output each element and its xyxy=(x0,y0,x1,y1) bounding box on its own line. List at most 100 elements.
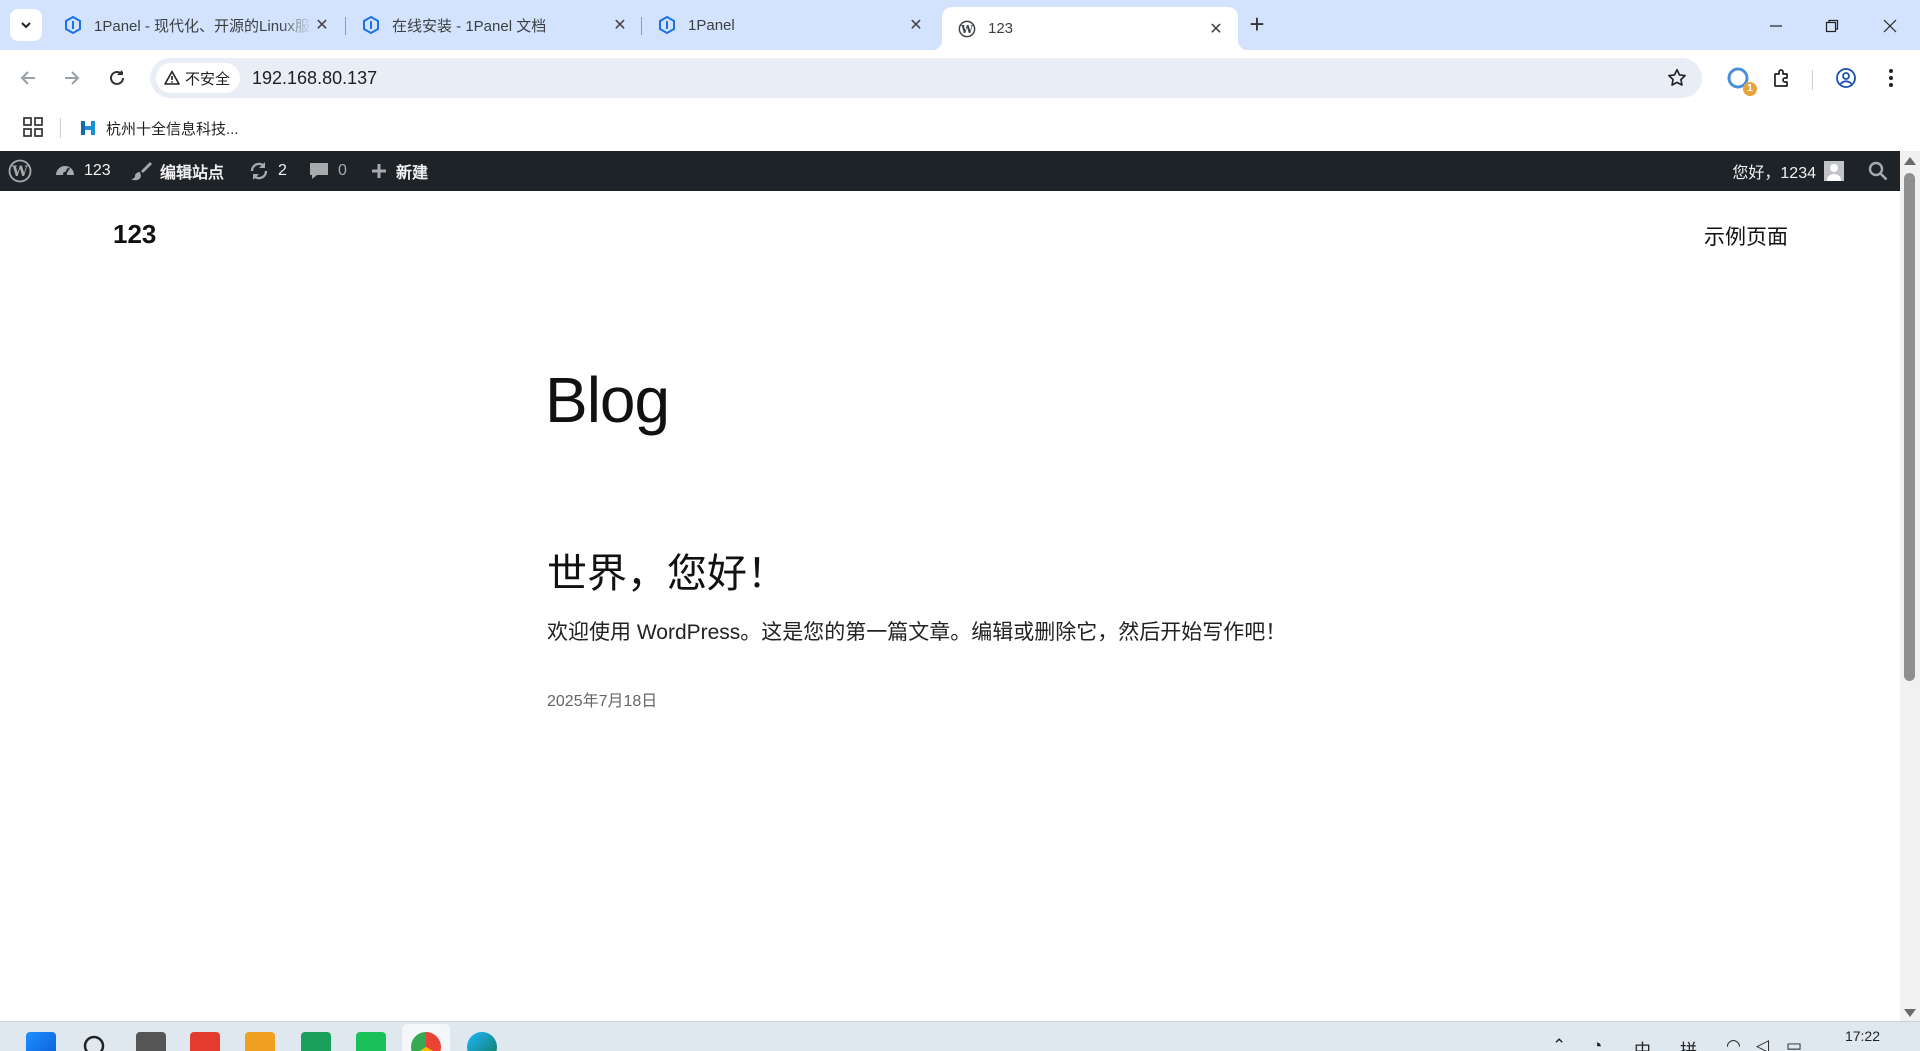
post-title[interactable]: 世界，您好！ xyxy=(547,541,787,599)
wp-new-content[interactable]: 新建 xyxy=(370,151,428,191)
wp-search[interactable] xyxy=(1868,151,1896,191)
close-tab-icon[interactable]: ✕ xyxy=(312,15,332,35)
wp-customize[interactable]: 编辑站点 xyxy=(130,151,224,191)
bookmark-item[interactable]: 杭州十全信息科技... xyxy=(78,115,239,141)
scroll-up-arrow-icon[interactable] xyxy=(1904,157,1916,165)
windows-start-icon[interactable] xyxy=(26,1032,56,1051)
close-tab-icon[interactable]: ✕ xyxy=(610,15,630,35)
tab-wordpress-123[interactable]: W 123 ✕ xyxy=(932,7,1248,50)
wp-comments-count: 0 xyxy=(338,162,347,179)
svg-text:W: W xyxy=(11,164,28,180)
wechat-icon[interactable] xyxy=(356,1032,386,1051)
bookmark-label: 杭州十全信息科技... xyxy=(106,120,239,138)
wp-my-account[interactable]: 您好，1234 xyxy=(1732,151,1844,191)
clock-time[interactable]: 17:22 xyxy=(1845,1028,1880,1044)
reload-button[interactable] xyxy=(103,64,131,92)
url-text[interactable]: 192.168.80.137 xyxy=(252,68,377,89)
security-chip[interactable]: 不安全 xyxy=(156,63,241,93)
close-window-button[interactable] xyxy=(1876,12,1904,40)
page-scrollbar[interactable] xyxy=(1900,151,1920,1021)
dashboard-gauge-icon xyxy=(56,166,74,176)
tab-title: 123 xyxy=(988,20,1014,37)
volume-icon[interactable]: ◁ xyxy=(1756,1036,1769,1051)
battery-icon[interactable]: ▭ xyxy=(1786,1036,1802,1051)
tab-1panel[interactable]: 1Panel ✕ xyxy=(642,7,938,43)
restore-icon xyxy=(1825,19,1839,33)
folder-icon[interactable] xyxy=(245,1032,275,1051)
kebab-menu-icon xyxy=(1889,69,1893,87)
wp-new-label: 新建 xyxy=(396,165,429,182)
1panel-icon xyxy=(659,16,675,34)
tray-ime-mode[interactable]: 中 xyxy=(1634,1036,1651,1051)
wp-admin-bar: W 123 编辑站点 2 0 新建 您好，1234 xyxy=(0,151,1900,191)
security-label: 不安全 xyxy=(185,70,231,88)
scrollbar-thumb[interactable] xyxy=(1904,173,1915,681)
page-content: 123 示例页面 Blog 世界，您好！ 欢迎使用 WordPress。这是您的… xyxy=(0,191,1900,1021)
1panel-icon xyxy=(363,16,379,34)
bookmark-star-icon[interactable] xyxy=(1666,67,1688,89)
wp-updates-count: 2 xyxy=(278,162,287,179)
site-title[interactable]: 123 xyxy=(113,219,156,250)
address-bar[interactable]: 不安全 192.168.80.137 xyxy=(150,58,1702,98)
apps-grid-icon[interactable] xyxy=(22,116,44,138)
tray-ime-input[interactable]: 拼 xyxy=(1680,1036,1697,1051)
avatar xyxy=(1824,161,1844,181)
wp-site-name-label: 123 xyxy=(84,162,111,179)
tab-1panel-home[interactable]: 1Panel - 现代化、开源的Linux服务器运维管理面板 ✕ xyxy=(48,7,344,43)
arrow-left-icon xyxy=(20,71,35,85)
comment-bubble-icon xyxy=(310,163,328,179)
warning-icon xyxy=(164,70,180,85)
wp-updates[interactable]: 2 xyxy=(248,151,287,191)
h-logo-icon xyxy=(81,121,95,135)
restore-button[interactable] xyxy=(1818,12,1846,40)
minimize-icon xyxy=(1770,25,1782,27)
wp-customize-label: 编辑站点 xyxy=(160,165,225,182)
tray-app-icon[interactable]: ◔ xyxy=(1592,1036,1602,1051)
browser-toolbar: 不安全 192.168.80.137 1 xyxy=(0,50,1920,107)
1panel-icon xyxy=(65,16,81,34)
post-excerpt: 欢迎使用 WordPress。这是您的第一篇文章。编辑或删除它，然后开始写作吧！ xyxy=(547,621,1287,644)
tab-strip: 1Panel - 现代化、开源的Linux服务器运维管理面板 ✕ 在线安装 - … xyxy=(0,0,1920,50)
wordpress-icon: W xyxy=(8,159,32,183)
post-date[interactable]: 2025年7月18日 xyxy=(547,687,657,711)
updates-refresh-icon xyxy=(250,162,268,180)
close-tab-icon[interactable]: ✕ xyxy=(906,15,926,35)
page-title: Blog xyxy=(545,364,670,436)
minimize-button[interactable] xyxy=(1762,12,1790,40)
profile-button[interactable] xyxy=(1832,64,1860,92)
puzzle-icon xyxy=(1774,69,1788,87)
tab-1panel-docs[interactable]: 在线安装 - 1Panel 文档 ✕ xyxy=(346,7,642,43)
new-tab-button[interactable]: + xyxy=(1244,11,1270,39)
nav-link-sample-page[interactable]: 示例页面 xyxy=(1704,221,1788,251)
wifi-icon[interactable]: ◠ xyxy=(1726,1036,1741,1051)
back-button[interactable] xyxy=(14,64,42,92)
wp-logo-menu[interactable]: W xyxy=(8,151,40,191)
wp-comments[interactable]: 0 xyxy=(308,151,347,191)
wordpress-icon: W xyxy=(958,20,976,37)
search-icon xyxy=(1868,161,1888,181)
close-tab-icon[interactable]: ✕ xyxy=(1206,19,1226,39)
forward-button[interactable] xyxy=(58,64,86,92)
wp-site-name[interactable]: 123 xyxy=(54,151,111,191)
tab-title: 1Panel - 现代化、开源的Linux服务器运维管理面板 xyxy=(94,17,312,35)
bookmarks-divider xyxy=(60,118,61,138)
os-taskbar: ⌃ ◔ 中 拼 ◠ ◁ ▭ 17:22 xyxy=(0,1021,1920,1051)
tray-chevron-icon[interactable]: ⌃ xyxy=(1552,1036,1566,1051)
edge-icon[interactable] xyxy=(467,1032,497,1051)
chevron-down-icon xyxy=(21,22,31,29)
search-icon[interactable] xyxy=(80,1032,110,1051)
extensions-button[interactable] xyxy=(1768,64,1796,92)
taskbar-search-icon xyxy=(83,1035,105,1051)
extension-1panel-button[interactable]: 1 xyxy=(1724,64,1757,96)
tab-search-button[interactable] xyxy=(10,9,42,41)
task-view-icon[interactable] xyxy=(136,1032,166,1051)
brush-icon xyxy=(131,162,152,181)
profile-icon xyxy=(1836,68,1856,88)
menu-button[interactable] xyxy=(1877,64,1905,92)
scroll-down-arrow-icon[interactable] xyxy=(1904,1009,1916,1017)
wps-icon[interactable] xyxy=(190,1032,220,1051)
toolbar-divider xyxy=(1812,70,1813,90)
close-icon xyxy=(1883,19,1897,33)
spreadsheet-icon[interactable] xyxy=(301,1032,331,1051)
svg-text:W: W xyxy=(960,23,974,36)
